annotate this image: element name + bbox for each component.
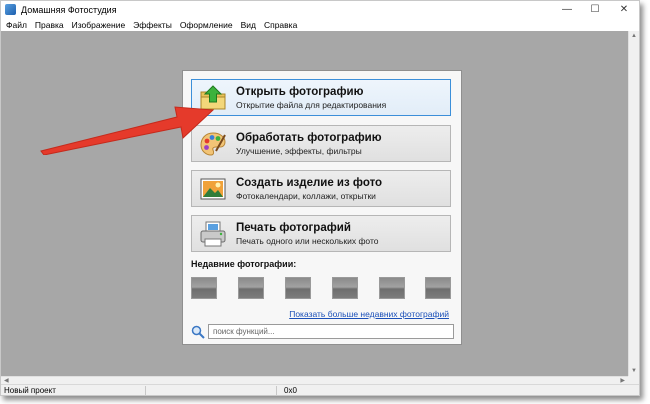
recent-photo-thumbnail[interactable] xyxy=(285,277,311,299)
menu-file[interactable]: Файл xyxy=(1,20,31,30)
recent-photo-thumbnail[interactable] xyxy=(379,277,405,299)
scroll-down-icon[interactable]: ▼ xyxy=(631,368,637,374)
open-photo-button[interactable]: Открыть фотографию Открытие файла для ре… xyxy=(191,79,451,116)
menu-edit[interactable]: Правка xyxy=(31,20,68,30)
close-button[interactable]: ✕ xyxy=(609,1,639,18)
status-divider xyxy=(145,386,146,395)
photo-product-icon xyxy=(200,178,226,199)
action-subtitle: Улучшение, эффекты, фильтры xyxy=(236,145,362,156)
menu-effects[interactable]: Эффекты xyxy=(129,20,176,30)
start-panel: Открыть фотографию Открытие файла для ре… xyxy=(182,70,462,345)
action-subtitle: Открытие файла для редактирования xyxy=(236,99,387,110)
menu-view[interactable]: Вид xyxy=(237,20,260,30)
window-title: Домашняя Фотостудия xyxy=(21,4,117,15)
action-title: Печать фотографий xyxy=(236,221,351,234)
search-input[interactable] xyxy=(208,324,454,339)
scroll-corner xyxy=(628,376,639,384)
show-more-recent-link[interactable]: Показать больше недавних фотографий xyxy=(289,309,449,319)
recent-photos-list xyxy=(191,277,453,301)
scroll-up-icon[interactable]: ▲ xyxy=(631,33,637,39)
action-title: Открыть фотографию xyxy=(236,85,364,98)
annotation-arrow-icon xyxy=(40,106,215,155)
action-title: Обработать фотографию xyxy=(236,131,382,144)
menu-design[interactable]: Оформление xyxy=(176,20,237,30)
recent-photo-thumbnail[interactable] xyxy=(238,277,264,299)
horizontal-scrollbar[interactable]: ◀ ▶ xyxy=(1,376,628,384)
title-bar: Домашняя Фотостудия — ☐ ✕ xyxy=(1,1,639,18)
search-icon xyxy=(191,325,205,339)
print-photos-button[interactable]: Печать фотографий Печать одного или неск… xyxy=(191,215,451,252)
printer-icon xyxy=(200,221,226,246)
app-window: Домашняя Фотостудия — ☐ ✕ Файл Правка Из… xyxy=(0,0,640,396)
recent-photos-label: Недавние фотографии: xyxy=(191,259,297,269)
window-controls: — ☐ ✕ xyxy=(553,1,639,18)
app-icon xyxy=(5,4,16,15)
vertical-scrollbar[interactable]: ▲ ▼ xyxy=(628,31,639,376)
recent-photo-thumbnail[interactable] xyxy=(191,277,217,299)
menu-image[interactable]: Изображение xyxy=(68,20,130,30)
create-product-button[interactable]: Создать изделие из фото Фотокалендари, к… xyxy=(191,170,451,207)
minimize-button[interactable]: — xyxy=(553,1,581,18)
menu-bar: Файл Правка Изображение Эффекты Оформлен… xyxy=(1,18,639,31)
status-divider xyxy=(276,386,277,395)
maximize-button[interactable]: ☐ xyxy=(581,1,609,18)
status-project: Новый проект xyxy=(4,386,56,395)
action-subtitle: Фотокалендари, коллажи, открытки xyxy=(236,190,376,201)
process-photo-button[interactable]: Обработать фотографию Улучшение, эффекты… xyxy=(191,125,451,162)
action-title: Создать изделие из фото xyxy=(236,176,383,189)
action-subtitle: Печать одного или нескольких фото xyxy=(236,235,379,246)
status-bar: Новый проект 0x0 xyxy=(1,384,639,395)
recent-photo-thumbnail[interactable] xyxy=(332,277,358,299)
menu-help[interactable]: Справка xyxy=(260,20,301,30)
recent-photo-thumbnail[interactable] xyxy=(425,277,451,299)
status-coords: 0x0 xyxy=(284,386,297,395)
